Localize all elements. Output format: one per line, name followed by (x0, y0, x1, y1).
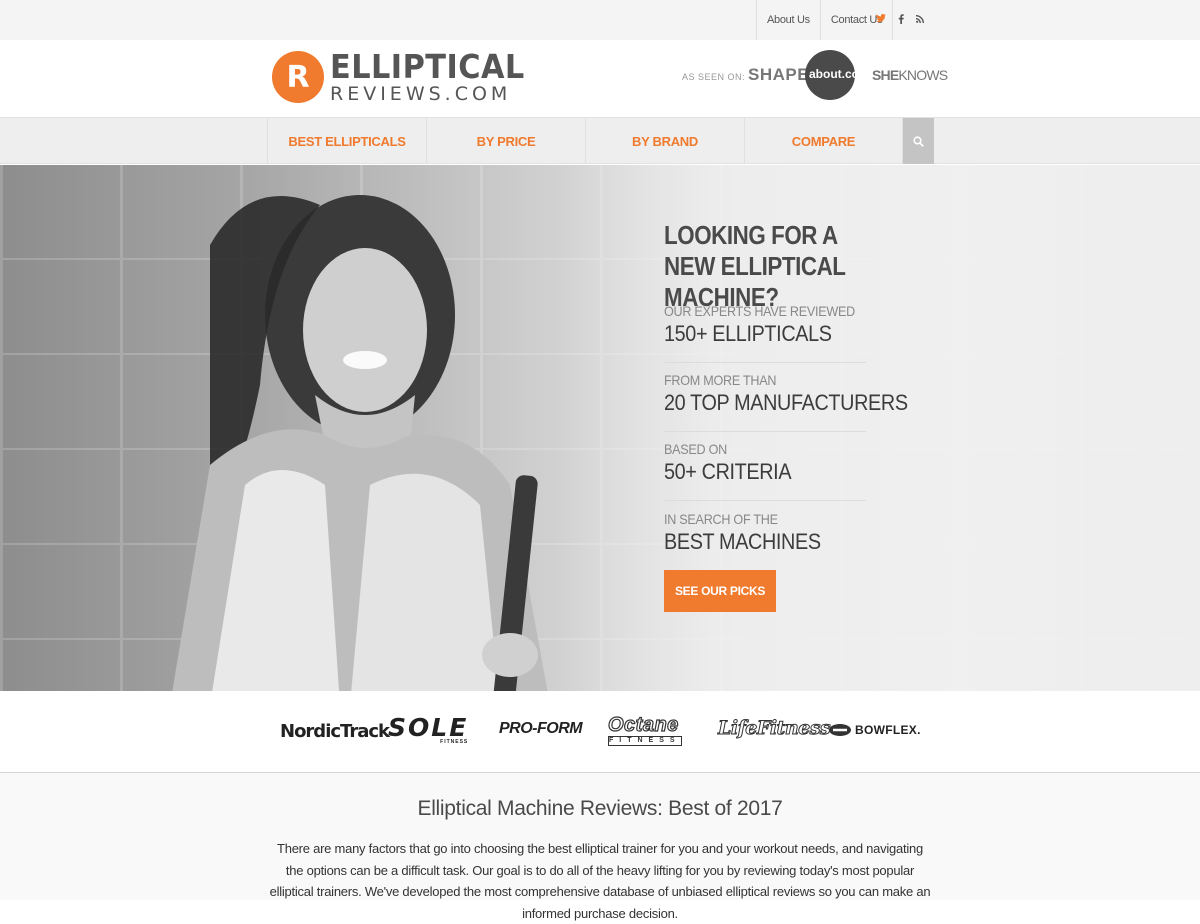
search-icon (913, 135, 924, 147)
life-fitness-logo-text: LifeFitness (717, 717, 831, 740)
search-button[interactable] (903, 118, 934, 164)
stat-label: BASED ON (664, 441, 727, 457)
about-logo-suffix: .com (841, 67, 870, 81)
sole-fitness-logo[interactable]: SOLE FITNESS (388, 713, 468, 745)
stat-label: IN SEARCH OF THE (664, 511, 778, 527)
stat-value: 20 TOP MANUFACTURERS (664, 390, 908, 415)
proform-logo-text: PRO-FORM (499, 720, 583, 737)
hero-woman-on-elliptical-image (172, 195, 548, 691)
bowflex-logo-text: BOWFLEX. (855, 723, 921, 737)
stat-criteria: BASED ON 50+ CRITERIA (664, 441, 866, 501)
intro-heading: Elliptical Machine Reviews: Best of 2017 (417, 797, 783, 820)
sole-logo-text: SOLE (388, 713, 469, 742)
hero-headline-text: LOOKING FOR A NEW ELLIPTICAL MACHINE? (664, 220, 846, 312)
stat-reviewed: OUR EXPERTS HAVE REVIEWED 150+ ELLIPTICA… (664, 303, 866, 363)
stat-best-machines: IN SEARCH OF THE BEST MACHINES (664, 511, 866, 571)
bowflex-emblem-icon (829, 724, 851, 736)
top-utility-bar: About Us Contact Us (0, 0, 1200, 40)
about-com-logo: about.com (805, 50, 870, 100)
see-our-picks-button[interactable]: SEE OUR PICKS (664, 570, 776, 612)
proform-logo[interactable]: PRO-FORM (499, 720, 583, 738)
octane-logo-text: Octane (607, 714, 679, 736)
stat-label: FROM MORE THAN (664, 372, 777, 388)
hero-headline: LOOKING FOR A NEW ELLIPTICAL MACHINE? (664, 220, 888, 313)
hero-banner: LOOKING FOR A NEW ELLIPTICAL MACHINE? OU… (0, 165, 1200, 691)
site-logo[interactable]: R ELLIPTICAL REVIEWS.COM (272, 50, 542, 104)
octane-fitness-logo[interactable]: Octane FITNESS (607, 714, 682, 746)
sheknows-logo: SHEKNOWS (872, 67, 948, 83)
nav-by-brand[interactable]: BY BRAND (585, 118, 744, 164)
shape-logo: SHAPE (748, 65, 810, 84)
about-logo-text: about.com (809, 67, 870, 81)
logo-text: ELLIPTICAL REVIEWS.COM (330, 50, 542, 104)
social-links (876, 0, 924, 40)
main-navigation: BEST ELLIPTICALS BY PRICE BY BRAND COMPA… (267, 118, 934, 164)
main-navigation-bar: BEST ELLIPTICALS BY PRICE BY BRAND COMPA… (0, 117, 1200, 164)
sheknows-bold: SHE (872, 67, 899, 83)
nav-by-price[interactable]: BY PRICE (426, 118, 585, 164)
sheknows-light: KNOWS (898, 67, 948, 83)
octane-logo-subtext: FITNESS (608, 736, 682, 746)
nav-compare[interactable]: COMPARE (744, 118, 903, 164)
as-seen-on-label: AS SEEN ON: (682, 72, 746, 82)
life-fitness-logo[interactable]: LifeFitness (717, 717, 831, 740)
stat-value: BEST MACHINES (664, 529, 821, 554)
nordictrack-logo[interactable]: NordicTrack (280, 721, 390, 742)
rss-icon[interactable] (916, 14, 924, 26)
intro-section: Elliptical Machine Reviews: Best of 2017… (0, 773, 1200, 921)
brand-logos-strip: NordicTrack SOLE FITNESS PRO-FORM Octane… (0, 691, 1200, 773)
bowflex-logo[interactable]: BOWFLEX. (828, 723, 921, 737)
nordictrack-logo-text: NordicTrack (280, 721, 390, 742)
about-logo-main: about (809, 67, 842, 81)
logo-bottom-text: REVIEWS.COM (330, 83, 512, 105)
stat-label: OUR EXPERTS HAVE REVIEWED (664, 303, 855, 319)
site-header: R ELLIPTICAL REVIEWS.COM AS SEEN ON: SHA… (0, 40, 1200, 117)
about-us-link[interactable]: About Us (757, 0, 820, 40)
stat-value: 50+ CRITERIA (664, 459, 792, 484)
logo-top-text: ELLIPTICAL (330, 47, 525, 86)
logo-badge: R (272, 51, 324, 103)
stat-value: 150+ ELLIPTICALS (664, 321, 832, 346)
top-links: About Us Contact Us (756, 0, 894, 40)
facebook-icon[interactable] (898, 13, 904, 27)
twitter-icon[interactable] (876, 14, 886, 26)
intro-paragraph: There are many factors that go into choo… (269, 841, 931, 921)
nav-best-ellipticals[interactable]: BEST ELLIPTICALS (267, 118, 426, 164)
stat-manufacturers: FROM MORE THAN 20 TOP MANUFACTURERS (664, 372, 908, 432)
